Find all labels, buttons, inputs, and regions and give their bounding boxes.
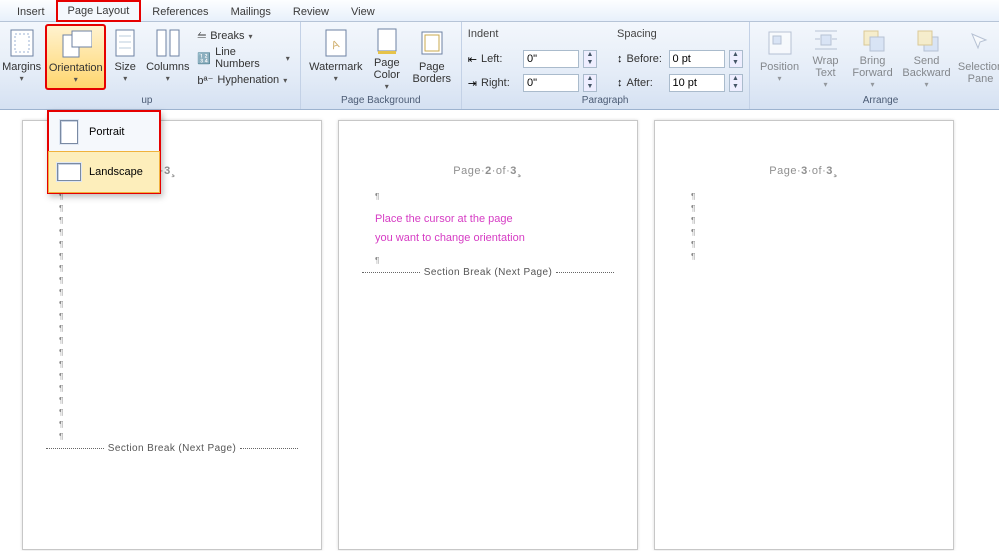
breaks-icon: ⥪ xyxy=(197,30,206,43)
position-button[interactable]: Position▾ xyxy=(756,24,804,90)
spacing-after-spinner[interactable]: ▲▼ xyxy=(729,74,743,92)
margins-label: Margins xyxy=(2,61,41,73)
chevron-down-icon: ▾ xyxy=(334,74,338,83)
watermark-button[interactable]: A Watermark ▾ xyxy=(307,24,365,90)
tab-references[interactable]: References xyxy=(141,2,219,21)
line-numbers-label: Line Numbers xyxy=(215,46,282,70)
margins-button[interactable]: Margins ▾ xyxy=(0,24,43,90)
paragraph-marks: ¶¶¶¶¶¶¶¶¶¶¶¶¶¶¶¶¶¶¶¶¶ xyxy=(59,191,305,443)
orientation-label: Orientation xyxy=(49,62,103,74)
landscape-label: Landscape xyxy=(89,166,143,178)
page-color-button[interactable]: Page Color ▾ xyxy=(367,24,407,90)
hyphenation-button[interactable]: bª⁻Hyphenation▾ xyxy=(193,70,293,90)
spacing-before-icon: ↕ xyxy=(617,53,623,65)
ribbon-tabs: Insert Page Layout References Mailings R… xyxy=(0,0,999,22)
indent-header: Indent xyxy=(468,28,597,40)
spacing-after-input[interactable] xyxy=(669,74,725,92)
tab-view[interactable]: View xyxy=(340,2,386,21)
orientation-portrait-item[interactable]: Portrait xyxy=(49,112,159,152)
ribbon: Margins ▾ Orientation ▾ Size ▾ Columns ▾… xyxy=(0,22,999,110)
breaks-button[interactable]: ⥪Breaks▾ xyxy=(193,26,293,46)
group-label-page-setup: up xyxy=(0,93,294,109)
tab-review[interactable]: Review xyxy=(282,2,340,21)
bring-label: Bring Forward xyxy=(849,55,897,79)
tab-mailings[interactable]: Mailings xyxy=(220,2,282,21)
indent-left-input[interactable] xyxy=(523,50,579,68)
section-break: Section Break (Next Page) xyxy=(355,267,621,278)
indent-right-input[interactable] xyxy=(523,74,579,92)
position-label: Position xyxy=(760,61,799,73)
chevron-down-icon: ▾ xyxy=(74,75,78,84)
orientation-button[interactable]: Orientation ▾ xyxy=(45,24,106,90)
spacing-before-spinner[interactable]: ▲▼ xyxy=(729,50,743,68)
spacing-before-label: Before: xyxy=(627,53,665,65)
landscape-icon xyxy=(57,163,81,181)
chevron-down-icon: ▾ xyxy=(385,82,389,91)
group-label-arrange: Arrange xyxy=(756,93,999,109)
hyphenation-label: Hyphenation xyxy=(217,74,279,86)
wrap-text-button[interactable]: Wrap Text▾ xyxy=(806,24,846,90)
send-backward-button[interactable]: Send Backward▾ xyxy=(900,24,954,90)
indent-left-icon: ⇤ xyxy=(468,53,477,66)
tab-insert[interactable]: Insert xyxy=(6,2,56,21)
indent-right-label: Right: xyxy=(481,77,519,89)
document-page-2[interactable]: Page·2·of·3¸ ¶ Place the cursor at the p… xyxy=(338,120,638,550)
paragraph-marks: ¶ xyxy=(375,255,621,267)
spacing-after-icon: ↕ xyxy=(617,77,623,89)
line-numbers-button[interactable]: 🔢Line Numbers▾ xyxy=(193,48,293,68)
wrap-label: Wrap Text xyxy=(807,55,845,79)
breaks-label: Breaks xyxy=(210,30,244,42)
document-page-3[interactable]: Page·3·of·3¸ ¶¶¶¶¶¶ xyxy=(654,120,954,550)
indent-right-icon: ⇥ xyxy=(468,77,477,90)
spacing-header: Spacing xyxy=(617,28,743,40)
group-label-paragraph: Paragraph xyxy=(468,93,743,109)
bring-forward-button[interactable]: Bring Forward▾ xyxy=(848,24,898,90)
columns-label: Columns xyxy=(146,61,189,73)
hyphenation-icon: bª⁻ xyxy=(197,74,213,87)
send-label: Send Backward xyxy=(901,55,953,79)
section-break: Section Break (Next Page) xyxy=(39,443,305,454)
page-borders-label: Page Borders xyxy=(410,61,454,85)
orientation-landscape-item[interactable]: Landscape xyxy=(48,151,160,193)
indent-right-spinner[interactable]: ▲▼ xyxy=(583,74,597,92)
chevron-down-icon: ▾ xyxy=(123,74,127,83)
selection-label: Selection Pane xyxy=(957,61,999,85)
portrait-icon xyxy=(60,120,78,144)
selection-pane-button[interactable]: Selection Pane xyxy=(956,24,999,90)
page-color-label: Page Color xyxy=(368,57,406,81)
indent-left-label: Left: xyxy=(481,53,519,65)
chevron-down-icon: ▾ xyxy=(166,74,170,83)
indent-left-spinner[interactable]: ▲▼ xyxy=(583,50,597,68)
spacing-before-input[interactable] xyxy=(669,50,725,68)
annotation-text: Place the cursor at the pageyou want to … xyxy=(375,209,621,247)
tab-page-layout[interactable]: Page Layout xyxy=(56,0,142,22)
size-label: Size xyxy=(115,61,136,73)
orientation-menu: Portrait Landscape xyxy=(47,110,161,194)
page-title: Page·3·of·3¸ xyxy=(671,149,937,181)
page-title: Page·2·of·3¸ xyxy=(355,149,621,181)
size-button[interactable]: Size ▾ xyxy=(108,24,142,90)
portrait-label: Portrait xyxy=(89,126,124,138)
paragraph-marks: ¶ xyxy=(375,191,621,203)
line-numbers-icon: 🔢 xyxy=(197,52,211,65)
group-label-page-background: Page Background xyxy=(307,93,455,109)
page-borders-button[interactable]: Page Borders xyxy=(409,24,455,90)
chevron-down-icon: ▾ xyxy=(20,74,24,83)
watermark-label: Watermark xyxy=(309,61,362,73)
columns-button[interactable]: Columns ▾ xyxy=(144,24,191,90)
spacing-after-label: After: xyxy=(627,77,665,89)
paragraph-marks: ¶¶¶¶¶¶ xyxy=(691,191,937,263)
